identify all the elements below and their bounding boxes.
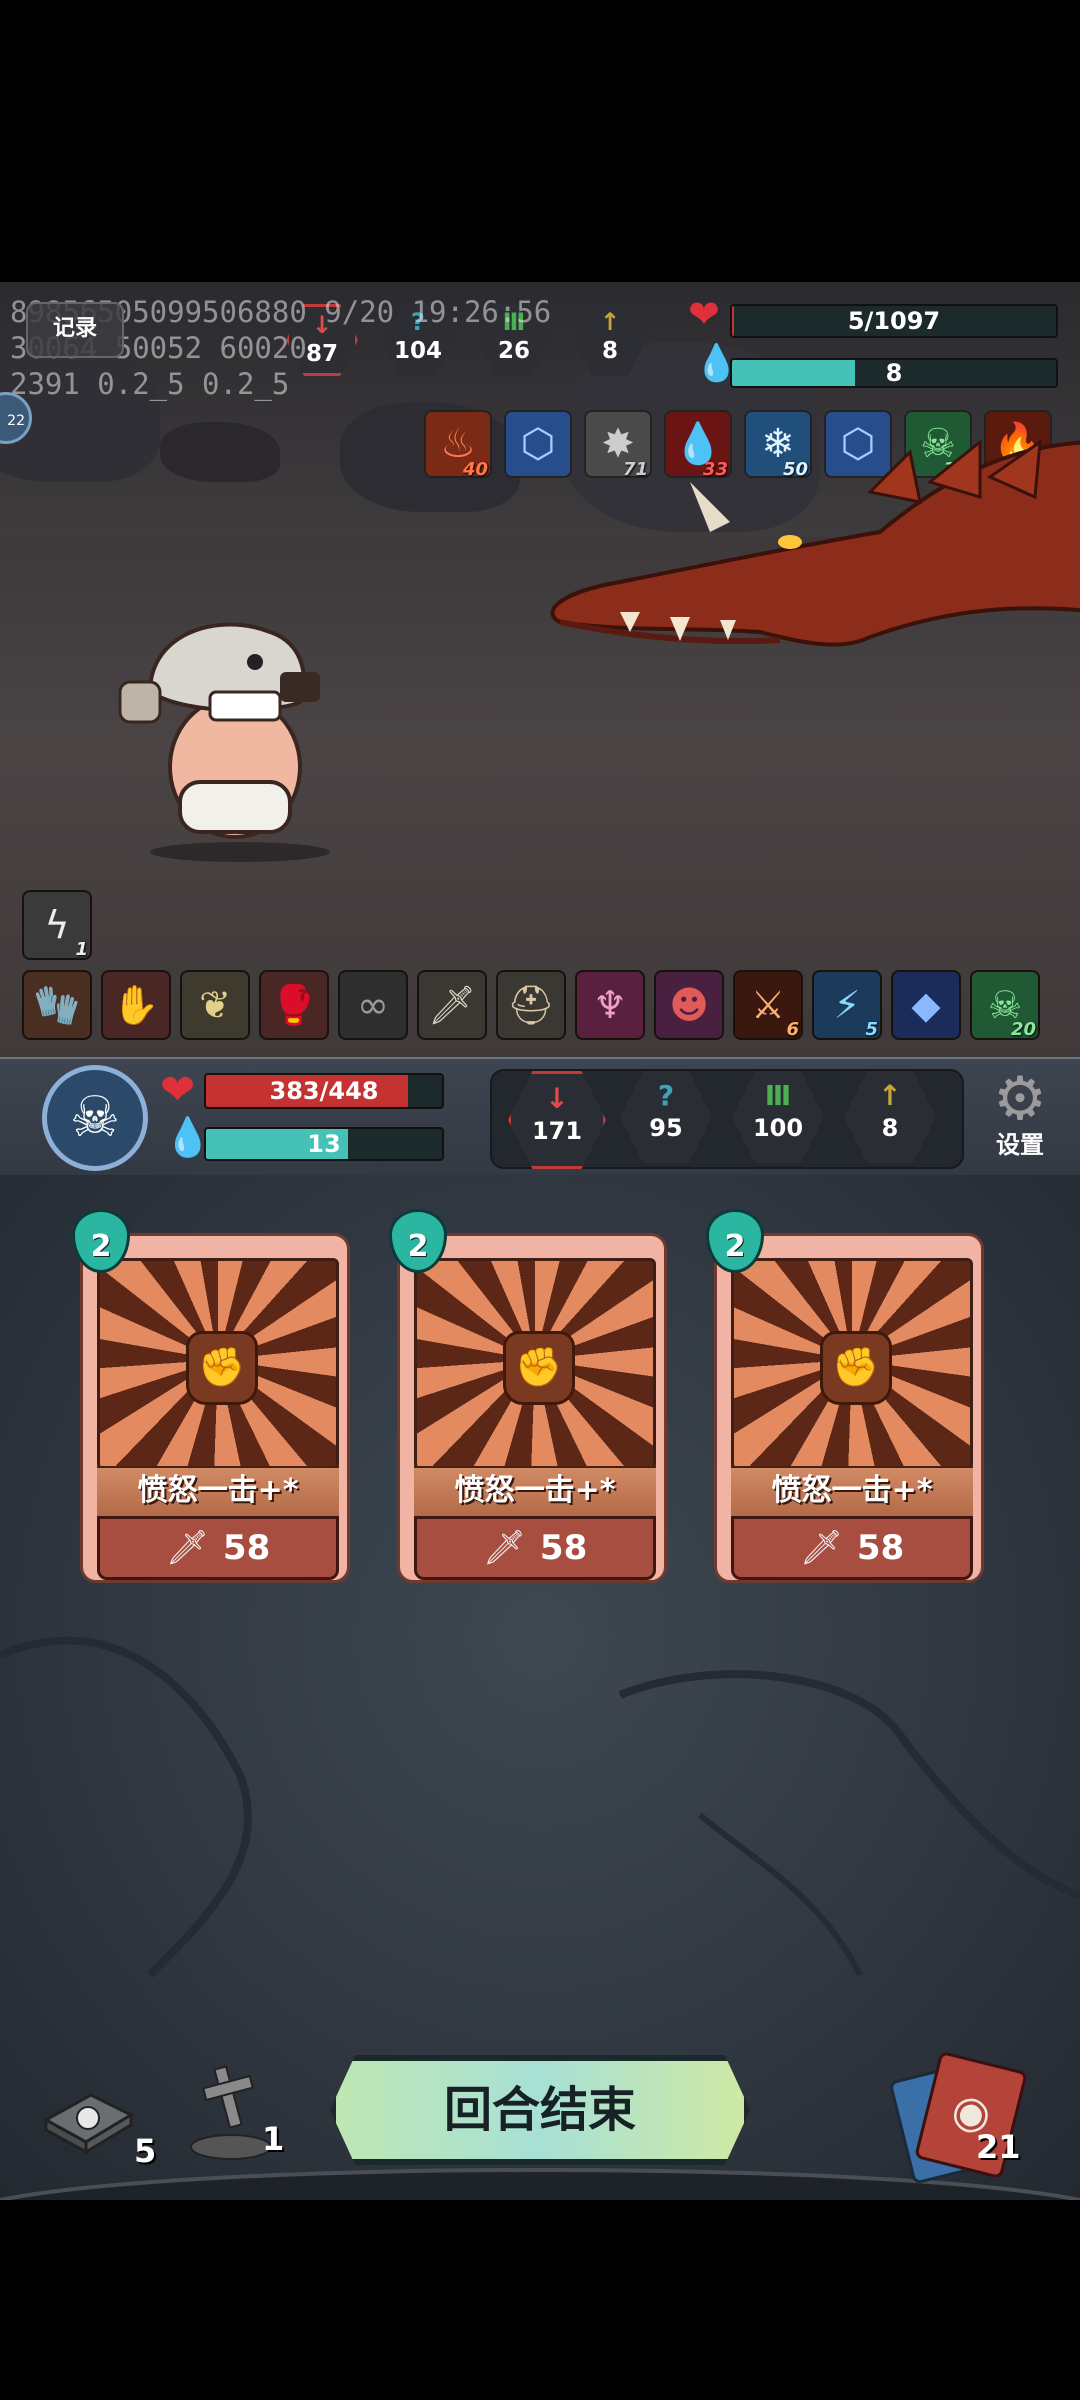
player-status-panel: ☠ ❤ 383/448 💧 13 ↓ 171 ? 95 Ⅲ 100 ↑ 8 ⚙ … [0,1057,1080,1179]
damage-icon: 🗡 [482,1528,526,1568]
goggles-icon[interactable]: ∞ [338,970,408,1040]
relic-count: 6 [786,1019,799,1040]
player-energy-text: 13 [307,1130,341,1158]
enemy-luck-value: 8 [601,338,618,364]
fist-icon: ✊ [186,1331,258,1405]
card-name: 愤怒一击+* [97,1466,339,1518]
card-value-box: 🗡 58 [731,1516,973,1580]
card-value-box: 🗡 58 [97,1516,339,1580]
horned-mask-icon[interactable]: ♆ [575,970,645,1040]
boxing-glove-icon[interactable]: 🥊 [259,970,329,1040]
hand-card[interactable]: ✊ 愤怒一击+* 🗡 58 2 [389,1209,667,1583]
deck-pile[interactable]: ◉ 21 [888,2050,1030,2185]
fist-icon: ✊ [503,1331,575,1405]
hand-card[interactable]: ✊ 愤怒一击+* 🗡 58 2 [72,1209,350,1583]
draw-pile[interactable]: 5 [36,2080,156,2170]
red-glove-icon[interactable]: 🧤 [22,970,92,1040]
heart-icon: ❤ [688,292,720,336]
skill-count: 1 [75,939,88,960]
player-hp-bar: 383/448 [204,1073,444,1109]
heart-icon: ❤ [160,1065,196,1114]
fist-icon: ✊ [820,1331,892,1405]
deck-count: 21 [976,2128,1021,2166]
sword-icon[interactable]: 🗡 [417,970,487,1040]
card-art: ✊ [414,1258,656,1470]
card-art: ✊ [97,1258,339,1470]
card-value-box: 🗡 58 [414,1516,656,1580]
damage-icon: 🗡 [165,1528,209,1568]
draw-pile-icon [42,2093,135,2155]
card-art: ✊ [731,1258,973,1470]
card-frame: ✊ 愤怒一击+* 🗡 58 [80,1233,350,1583]
enemy-hp-bar: 5/1097 [730,304,1058,338]
demon-mask-icon[interactable]: ☻ [654,970,724,1040]
dragon-enemy[interactable] [540,422,1080,752]
helmet-icon[interactable]: ⛑ [496,970,566,1040]
draw-pile-count: 5 [134,2132,157,2170]
player-attack-value: 171 [531,1117,583,1145]
buff-count: 40 [462,459,488,480]
card-value: 58 [856,1528,905,1568]
settings-button[interactable]: ⚙ 设置 [970,1067,1070,1167]
blue-crystal-icon[interactable]: ◆ [891,970,961,1040]
player-crit-value: 95 [649,1114,683,1142]
luck-icon: ↑ [599,308,621,336]
card-value: 58 [222,1528,271,1568]
settings-label: 设置 [996,1131,1044,1159]
relic-count: 5 [865,1019,878,1040]
gear-icon: ⚙ [993,1064,1047,1134]
player-energy-bar: 13 [204,1127,444,1161]
record-button[interactable]: 记录 [26,302,124,358]
background-rock [160,422,280,482]
debug-line: 2391 0.2_5 0.2_5 [10,367,290,401]
enemy-energy-text: 8 [885,359,903,387]
card-frame: ✊ 愤怒一击+* 🗡 58 [397,1233,667,1583]
card-frame: ✊ 愤怒一击+* 🗡 58 [714,1233,984,1583]
bottom-bar: 5 1 回合结束 ◉ 21 [0,2040,1080,2200]
hand-card[interactable]: ✊ 愤怒一击+* 🗡 58 2 [706,1209,984,1583]
discard-count: 1 [262,2120,285,2158]
player-hp-text: 383/448 [269,1077,379,1105]
player-luck-value: 8 [881,1114,899,1142]
card-value: 58 [539,1528,588,1568]
enemy-hp-text: 5/1097 [847,307,941,335]
burn-icon[interactable]: ♨ 40 [424,410,492,480]
lightning-bolt-icon[interactable]: ϟ1 [22,890,92,960]
player-hero[interactable] [110,602,370,862]
card-name: 愤怒一击+* [414,1466,656,1518]
enemy-energy-bar: 8 [730,358,1058,388]
lightning-icon[interactable]: ⚡ 5 [812,970,882,1040]
player-armor-value: 100 [752,1114,804,1142]
fire-slash-icon[interactable]: ⚔ 6 [733,970,803,1040]
gauntlet-icon[interactable]: ✋ [101,970,171,1040]
battle-scene: 89856505099506880 9/20 19:26:56 30064 50… [0,282,1080,1057]
discard-pile[interactable]: 1 [186,2062,296,2162]
attack-icon: ↓ [545,1082,569,1115]
winged-emblem-icon[interactable]: ❦ [180,970,250,1040]
card-name: 愤怒一击+* [731,1466,973,1518]
poison-skull-icon[interactable]: ☠ 20 [970,970,1040,1040]
relic-count: 20 [1010,1019,1036,1040]
damage-icon: 🗡 [799,1528,843,1568]
avatar[interactable]: ☠ [42,1065,148,1171]
end-turn-button[interactable]: 回合结束 [330,2055,750,2165]
